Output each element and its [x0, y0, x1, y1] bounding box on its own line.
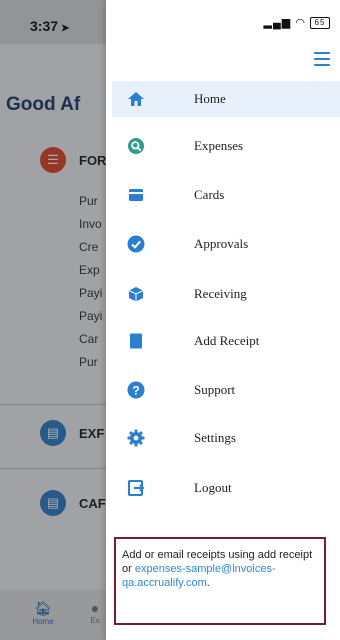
menu-item-home[interactable]: Home	[112, 81, 340, 117]
menu-item-label: Support	[194, 382, 236, 397]
receipt-icon	[130, 333, 142, 349]
menu-item-label: Logout	[194, 480, 232, 495]
menu-item-label: Approvals	[194, 236, 249, 251]
check-circle-icon	[127, 235, 145, 253]
wifi-icon: ◠	[295, 17, 306, 29]
svg-text:?: ?	[132, 384, 139, 398]
menu-item-label: Expenses	[194, 138, 244, 153]
receipt-email-link[interactable]: expenses-sample@invoices-qa.accrualify.c…	[122, 563, 276, 589]
home-icon	[128, 92, 144, 106]
menu-item-label: Receiving	[194, 286, 247, 301]
side-drawer: ▂▄▆ ◠ 65 Home Expenses Cards Approvals R…	[106, 0, 340, 640]
card-icon	[129, 189, 143, 201]
receipt-email-notice: Add or email receipts using add receipt …	[114, 537, 326, 625]
battery-icon: 65	[310, 17, 330, 30]
menu-item-label: Settings	[194, 430, 236, 445]
status-icons-area: ▂▄▆ ◠ 65	[106, 0, 340, 44]
menu-toggle-icon[interactable]	[314, 52, 330, 66]
question-icon: ?	[127, 381, 145, 399]
menu-item-add-receipt[interactable]: Add Receipt	[112, 323, 340, 359]
menu-item-receiving[interactable]: Receiving	[112, 276, 340, 312]
box-icon	[128, 287, 144, 302]
menu-item-label: Cards	[194, 187, 225, 202]
notice-text-end: .	[206, 577, 210, 589]
menu-item-label: Add Receipt	[194, 333, 260, 348]
menu-item-logout[interactable]: Logout	[112, 470, 340, 506]
menu-item-label: Home	[194, 91, 226, 106]
menu-item-support[interactable]: ? Support	[112, 372, 340, 408]
menu-item-cards[interactable]: Cards	[112, 177, 340, 213]
logout-icon	[128, 480, 145, 496]
menu-item-approvals[interactable]: Approvals	[112, 226, 340, 262]
gear-icon	[127, 429, 145, 447]
signal-icon: ▂▄▆	[263, 17, 292, 29]
system-status-icons: ▂▄▆ ◠ 65	[263, 16, 330, 30]
expenses-search-icon	[128, 138, 144, 154]
menu-item-expenses[interactable]: Expenses	[112, 128, 340, 164]
menu-item-settings[interactable]: Settings	[112, 420, 340, 456]
